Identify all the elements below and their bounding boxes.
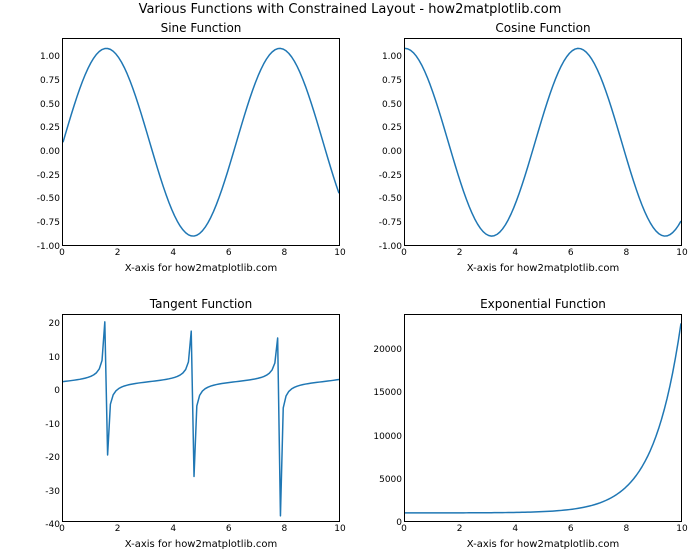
x-axis-label: X-axis for how2matplotlib.com xyxy=(62,263,340,274)
y-tick-label: 0.00 xyxy=(40,147,60,157)
y-tick-label: -1.00 xyxy=(37,242,60,252)
y-tick-label: 10 xyxy=(49,353,60,363)
y-tick-label: 0.75 xyxy=(40,76,60,86)
figure-suptitle: Various Functions with Constrained Layou… xyxy=(0,2,700,17)
y-tick-label: 0.25 xyxy=(40,123,60,133)
x-tick-label: 8 xyxy=(624,248,630,258)
y-tick-label: -0.50 xyxy=(379,194,402,204)
subplot-exponential: Exponential Function Exponential Y-axis … xyxy=(404,314,682,522)
y-tick-label: 15000 xyxy=(373,388,402,398)
x-tick-label: 4 xyxy=(512,248,518,258)
y-tick-label: -0.75 xyxy=(37,218,60,228)
line-cosine xyxy=(405,39,681,246)
x-tick-label: 4 xyxy=(170,248,176,258)
x-tick-label: 8 xyxy=(282,248,288,258)
plot-area xyxy=(62,38,340,246)
subplot-sine: Sine Function Sine Y-axis - how2matplotl… xyxy=(62,38,340,246)
y-tick-label: 0.00 xyxy=(382,147,402,157)
x-axis-label: X-axis for how2matplotlib.com xyxy=(404,539,682,550)
y-tick-label: 0.50 xyxy=(40,100,60,110)
y-tick-label: 20 xyxy=(49,319,60,329)
x-axis-label: X-axis for how2matplotlib.com xyxy=(404,263,682,274)
y-tick-label: -0.50 xyxy=(37,194,60,204)
y-tick-label: -0.25 xyxy=(379,171,402,181)
plot-area xyxy=(404,314,682,522)
y-tick-label: -10 xyxy=(45,420,60,430)
subplot-cosine: Cosine Function Cosine Y-axis - how2matp… xyxy=(404,38,682,246)
y-tick-label: -0.25 xyxy=(37,171,60,181)
x-tick-label: 6 xyxy=(568,524,574,534)
x-tick-label: 2 xyxy=(115,248,121,258)
y-tick-label: 0 xyxy=(396,518,402,528)
y-tick-label: 5000 xyxy=(379,475,402,485)
plot-area xyxy=(62,314,340,522)
x-tick-label: 10 xyxy=(334,248,345,258)
subplot-tangent: Tangent Function Tangent Y-axis - how2ma… xyxy=(62,314,340,522)
line-sine xyxy=(63,39,339,246)
y-ticks: -40-30-20-1001020 xyxy=(54,314,60,522)
x-tick-label: 4 xyxy=(512,524,518,534)
axes-title: Exponential Function xyxy=(404,297,682,311)
x-tick-label: 2 xyxy=(457,524,463,534)
axes-title: Sine Function xyxy=(62,21,340,35)
x-tick-label: 6 xyxy=(226,248,232,258)
x-tick-label: 10 xyxy=(334,524,345,534)
x-ticks: 0246810 xyxy=(62,248,340,260)
y-tick-label: 10000 xyxy=(373,432,402,442)
y-ticks: -1.00-0.75-0.50-0.250.000.250.500.751.00 xyxy=(396,38,402,246)
y-tick-label: 1.00 xyxy=(382,52,402,62)
y-ticks: 05000100001500020000 xyxy=(396,314,402,522)
x-ticks: 0246810 xyxy=(404,248,682,260)
x-tick-label: 2 xyxy=(457,248,463,258)
y-tick-label: -0.75 xyxy=(379,218,402,228)
x-axis-label: X-axis for how2matplotlib.com xyxy=(62,539,340,550)
x-ticks: 0246810 xyxy=(404,524,682,536)
x-ticks: 0246810 xyxy=(62,524,340,536)
x-tick-label: 4 xyxy=(170,524,176,534)
y-tick-label: 20000 xyxy=(373,345,402,355)
y-tick-label: -30 xyxy=(45,487,60,497)
line-tangent xyxy=(63,315,339,522)
y-tick-label: 1.00 xyxy=(40,52,60,62)
y-tick-label: -20 xyxy=(45,453,60,463)
y-tick-label: 0 xyxy=(54,386,60,396)
x-tick-label: 10 xyxy=(676,524,687,534)
figure: Various Functions with Constrained Layou… xyxy=(0,0,700,560)
x-tick-label: 6 xyxy=(226,524,232,534)
x-tick-label: 2 xyxy=(115,524,121,534)
y-tick-label: 0.25 xyxy=(382,123,402,133)
y-tick-label: 0.75 xyxy=(382,76,402,86)
axes-title: Cosine Function xyxy=(404,21,682,35)
line-exponential xyxy=(405,315,681,522)
axes-title: Tangent Function xyxy=(62,297,340,311)
x-tick-label: 6 xyxy=(568,248,574,258)
x-tick-label: 8 xyxy=(282,524,288,534)
x-tick-label: 8 xyxy=(624,524,630,534)
y-tick-label: -1.00 xyxy=(379,242,402,252)
x-tick-label: 10 xyxy=(676,248,687,258)
plot-area xyxy=(404,38,682,246)
y-tick-label: 0.50 xyxy=(382,100,402,110)
y-ticks: -1.00-0.75-0.50-0.250.000.250.500.751.00 xyxy=(54,38,60,246)
y-tick-label: -40 xyxy=(45,520,60,530)
